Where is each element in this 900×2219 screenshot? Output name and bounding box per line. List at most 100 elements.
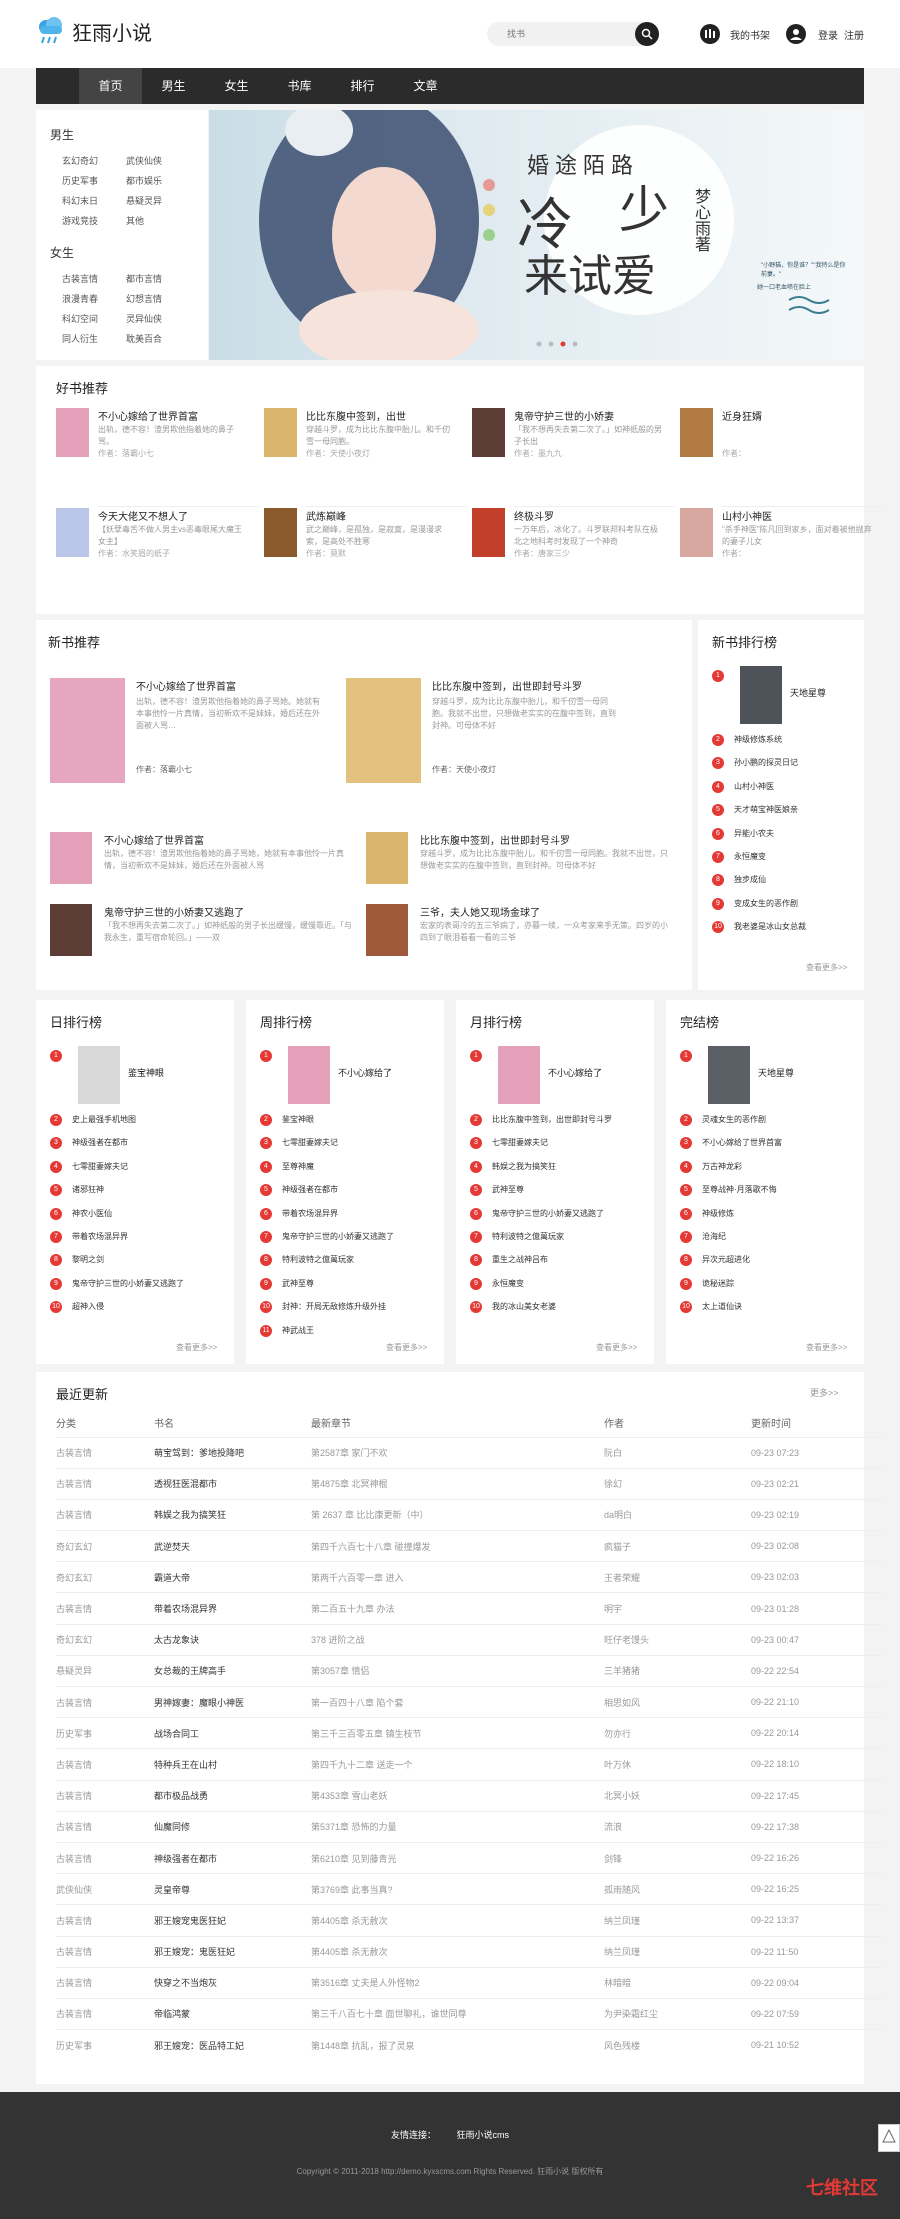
rank-item[interactable]: 4 万古神龙彩: [680, 1160, 742, 1173]
rank-top-title[interactable]: 天地星尊: [758, 1066, 794, 1079]
more-link[interactable]: 查看更多>>: [596, 1342, 637, 1353]
rank-item[interactable]: 1: [260, 1050, 282, 1062]
book-title[interactable]: 比比东腹中签到，出世即封号斗罗: [432, 678, 582, 693]
book-name-cell[interactable]: 邪王嫂宠：医品特工妃: [154, 2029, 311, 2061]
rank-item[interactable]: 10 太上道仙诀: [680, 1301, 742, 1314]
chapter-cell[interactable]: 第三千八百七十章 面世聊礼，谁世同尊: [311, 1997, 604, 2030]
category-link[interactable]: 幻想言情: [126, 292, 190, 305]
book-cover[interactable]: [680, 508, 713, 557]
login-link[interactable]: 登录: [818, 27, 838, 42]
rank-item[interactable]: 3 神级强者在都市: [50, 1137, 128, 1150]
category-link[interactable]: 历史军事: [62, 174, 126, 187]
rank-item[interactable]: 5 神级强者在都市: [260, 1184, 338, 1197]
category-link[interactable]: 科幻末日: [62, 194, 126, 207]
book-cover[interactable]: [680, 408, 713, 457]
rank-item[interactable]: 2 比比东腹中签到，出世即封号斗罗: [470, 1114, 612, 1126]
rank-item[interactable]: 2 史上最强手机地图: [50, 1114, 136, 1126]
book-cover[interactable]: [56, 508, 89, 557]
rank-item[interactable]: 5 天才萌宝神医娘亲: [712, 804, 798, 817]
rank-item[interactable]: 6 神农小医仙: [50, 1207, 112, 1220]
book-cover[interactable]: [472, 408, 505, 457]
rank-item[interactable]: 8 黎明之剑: [50, 1254, 104, 1267]
category-link[interactable]: 同人衍生: [62, 332, 126, 345]
category-link[interactable]: 古装言情: [62, 272, 126, 285]
category-link[interactable]: 浪漫青春: [62, 292, 126, 305]
rank-item[interactable]: 10 封神：开局无敌修炼升级外挂: [260, 1301, 386, 1314]
more-link[interactable]: 更多>>: [810, 1386, 839, 1399]
book-name-cell[interactable]: 战场合同工: [154, 1717, 311, 1749]
more-link[interactable]: 查看更多>>: [806, 962, 847, 973]
book-title[interactable]: 不小心嫁给了世界首富: [98, 408, 198, 423]
rank-top-title[interactable]: 不小心嫁给了: [548, 1066, 602, 1079]
back-to-top-button[interactable]: [878, 2124, 900, 2152]
rank-item[interactable]: 6 鬼帝守护三世的小娇妻又逃跑了: [470, 1207, 604, 1220]
chapter-cell[interactable]: 第三千三百零五章 镇生枝节: [311, 1717, 604, 1749]
category-link[interactable]: 游戏竞技: [62, 214, 126, 227]
rank-item[interactable]: 5 诸邪狂神: [50, 1184, 104, 1197]
rank-item[interactable]: 2 神级修炼系统: [712, 734, 782, 746]
more-link[interactable]: 查看更多>>: [176, 1342, 217, 1353]
nav-home[interactable]: 首页: [79, 68, 142, 104]
book-title[interactable]: 三爷，夫人她又现场金球了: [420, 904, 540, 919]
book-name-cell[interactable]: 霸道大帝: [154, 1561, 311, 1593]
book-cover[interactable]: [498, 1046, 540, 1104]
rank-top-title[interactable]: 天地星尊: [790, 686, 826, 699]
nav-male[interactable]: 男生: [142, 68, 205, 104]
book-name-cell[interactable]: 女总裁的王牌高手: [154, 1654, 311, 1687]
search-input[interactable]: [487, 22, 627, 46]
book-name-cell[interactable]: 带着农场混异界: [154, 1592, 311, 1625]
nav-female[interactable]: 女生: [205, 68, 268, 104]
rank-item[interactable]: 7 永恒魔变: [712, 851, 766, 863]
book-cover[interactable]: [264, 508, 297, 557]
book-cover[interactable]: [50, 904, 92, 956]
book-name-cell[interactable]: 特种兵王在山村: [154, 1748, 311, 1781]
book-cover[interactable]: [288, 1046, 330, 1104]
hero-banner[interactable]: 婚途陌路 冷 少 来试爱 梦心雨著 "小野猫，你是谁？""我特么是你前妻。" 她…: [209, 110, 864, 360]
book-cover[interactable]: [50, 678, 125, 783]
chapter-cell[interactable]: 第3057章 情侣: [311, 1654, 604, 1687]
book-name-cell[interactable]: 快穿之不当炮灰: [154, 1966, 311, 1999]
book-title[interactable]: 鬼帝守护三世的小娇妻: [514, 408, 614, 423]
chapter-cell[interactable]: 第3516章 丈夫是人外怪物2: [311, 1966, 604, 1999]
rank-item[interactable]: 6 异能小农夫: [712, 827, 774, 840]
book-title[interactable]: 鬼帝守护三世的小娇妻又逃跑了: [104, 904, 244, 919]
nav-ranking[interactable]: 排行: [331, 68, 394, 104]
rank-item[interactable]: 9 变成女生的恶作剧: [712, 897, 798, 910]
category-link[interactable]: 都市言情: [126, 272, 190, 285]
rank-item[interactable]: 8 异次元超进化: [680, 1254, 750, 1267]
book-cover[interactable]: [366, 832, 408, 884]
rank-item[interactable]: 8 独步成仙: [712, 874, 766, 887]
book-name-cell[interactable]: 邪王嫂宠：鬼医狂妃: [154, 1935, 311, 1968]
book-cover[interactable]: [50, 832, 92, 884]
category-link[interactable]: 灵异仙侠: [126, 312, 190, 325]
book-name-cell[interactable]: 仙魔同修: [154, 1810, 311, 1843]
chapter-cell[interactable]: 第一百四十八章 陷个套: [311, 1685, 604, 1718]
rank-item[interactable]: 10 我老婆是冰山女总裁: [712, 921, 806, 934]
book-title[interactable]: 今天大佬又不想人了: [98, 508, 188, 523]
rank-item[interactable]: 9 永恒魔变: [470, 1277, 524, 1290]
chapter-cell[interactable]: 第2587章 家门不欢: [311, 1436, 604, 1469]
book-title[interactable]: 比比东腹中签到，出世即封号斗罗: [420, 832, 570, 847]
book-name-cell[interactable]: 韩娱之我为搞笑狂: [154, 1498, 311, 1531]
category-link[interactable]: 悬疑灵异: [126, 194, 190, 207]
book-cover[interactable]: [472, 508, 505, 557]
chapter-cell[interactable]: 378 进阶之战: [311, 1623, 604, 1656]
friend-link[interactable]: 狂雨小说cms: [457, 2130, 510, 2140]
book-cover[interactable]: [708, 1046, 750, 1104]
book-title[interactable]: 不小心嫁给了世界首富: [104, 832, 204, 847]
chapter-cell[interactable]: 第4405章 杀无赦次: [311, 1935, 604, 1968]
book-title[interactable]: 山村小神医: [722, 508, 772, 523]
rank-item[interactable]: 3 不小心嫁给了世界首富: [680, 1137, 782, 1150]
more-link[interactable]: 查看更多>>: [386, 1342, 427, 1353]
rank-item[interactable]: 4 山村小神医: [712, 780, 774, 793]
rank-top-title[interactable]: 不小心嫁给了: [338, 1066, 392, 1079]
rank-item[interactable]: 8 重生之战神吕布: [470, 1254, 548, 1267]
search-button[interactable]: [635, 22, 659, 46]
rank-item[interactable]: 3 孙小鹏的探灵日记: [712, 757, 798, 770]
rank-item[interactable]: 3 七零甜妻嫁夫记: [260, 1137, 338, 1150]
rank-item[interactable]: 1: [712, 670, 734, 682]
rank-item[interactable]: 9 诡秘迷踪: [680, 1277, 734, 1290]
rank-item[interactable]: 11 神武战王: [260, 1324, 314, 1337]
rank-item[interactable]: 8 特利波特之億萬玩家: [260, 1254, 354, 1267]
category-link[interactable]: 耽美百合: [126, 332, 190, 345]
